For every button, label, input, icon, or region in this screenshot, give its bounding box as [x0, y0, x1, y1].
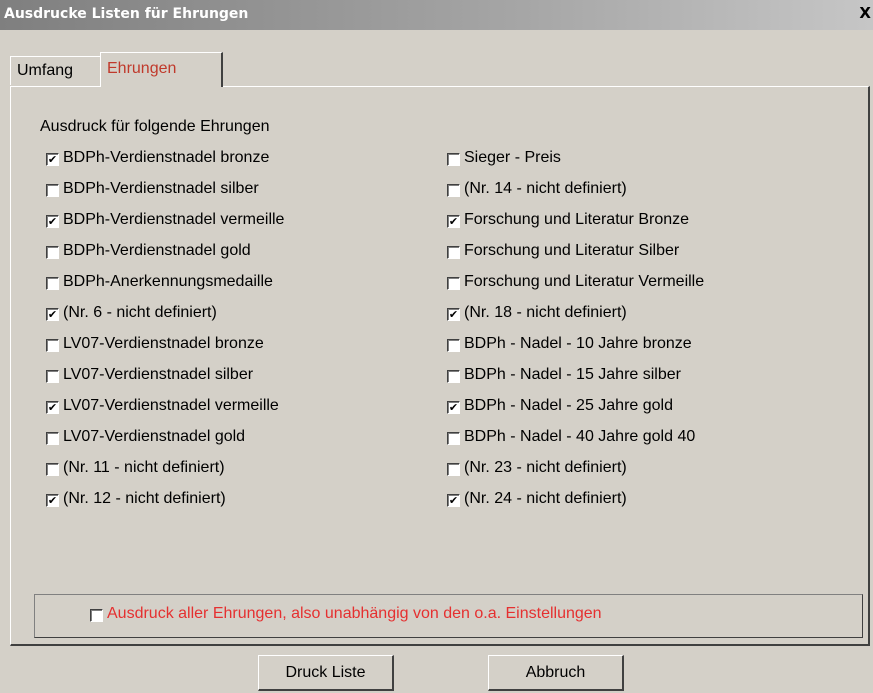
- window-title: Ausdrucke Listen für Ehrungen: [4, 6, 249, 22]
- honor-checkbox-row[interactable]: (Nr. 23 - nicht definiert): [447, 459, 627, 477]
- honor-checkbox[interactable]: [46, 338, 59, 352]
- honor-checkbox[interactable]: [447, 183, 460, 197]
- checkmark-icon: ✔: [448, 400, 459, 414]
- honor-checkbox[interactable]: ✔: [447, 400, 460, 414]
- honor-checkbox[interactable]: [447, 431, 460, 445]
- checkmark-icon: ✔: [448, 493, 459, 507]
- tab-umfang[interactable]: Umfang: [10, 56, 105, 85]
- honor-label: (Nr. 23 - nicht definiert): [464, 459, 627, 476]
- honor-checkbox[interactable]: ✔: [46, 214, 59, 228]
- print-list-button[interactable]: Druck Liste: [258, 655, 394, 691]
- honor-checkbox[interactable]: [46, 369, 59, 383]
- honor-label: (Nr. 14 - nicht definiert): [464, 180, 627, 197]
- honor-checkbox[interactable]: [447, 152, 460, 166]
- honor-checkbox[interactable]: [46, 183, 59, 197]
- honor-label: BDPh-Verdienstnadel gold: [63, 242, 251, 259]
- honor-checkbox-row[interactable]: ✔ Forschung und Literatur Bronze: [447, 211, 689, 229]
- checkmark-icon: ✔: [47, 152, 58, 166]
- honor-checkbox-row[interactable]: LV07-Verdienstnadel gold: [46, 428, 245, 446]
- cancel-button[interactable]: Abbruch: [488, 655, 624, 691]
- section-heading: Ausdruck für folgende Ehrungen: [40, 118, 270, 135]
- honor-checkbox-row[interactable]: ✔ (Nr. 12 - nicht definiert): [46, 490, 226, 508]
- honor-checkbox-row[interactable]: ✔ BDPh-Verdienstnadel vermeille: [46, 211, 284, 229]
- honor-label: LV07-Verdienstnadel vermeille: [63, 397, 279, 414]
- honor-checkbox[interactable]: ✔: [46, 152, 59, 166]
- honor-checkbox-row[interactable]: ✔ (Nr. 24 - nicht definiert): [447, 490, 627, 508]
- honor-checkbox-row[interactable]: (Nr. 14 - nicht definiert): [447, 180, 627, 198]
- all-honors-checkbox[interactable]: [90, 608, 103, 622]
- honor-checkbox[interactable]: ✔: [46, 493, 59, 507]
- honor-checkbox-row[interactable]: BDPh - Nadel - 10 Jahre bronze: [447, 335, 692, 353]
- honor-checkbox-row[interactable]: (Nr. 11 - nicht definiert): [46, 459, 225, 477]
- checkmark-icon: ✔: [47, 307, 58, 321]
- honor-label: Forschung und Literatur Vermeille: [464, 273, 705, 290]
- close-icon[interactable]: X: [859, 4, 871, 22]
- honor-checkbox[interactable]: ✔: [46, 307, 59, 321]
- honor-checkbox-row[interactable]: ✔ (Nr. 6 - nicht definiert): [46, 304, 217, 322]
- honor-checkbox[interactable]: [46, 245, 59, 259]
- honor-label: BDPh-Verdienstnadel silber: [63, 180, 259, 197]
- honor-checkbox[interactable]: ✔: [46, 400, 59, 414]
- title-bar: Ausdrucke Listen für Ehrungen X: [0, 0, 873, 30]
- checkmark-icon: ✔: [448, 214, 459, 228]
- honor-label: (Nr. 24 - nicht definiert): [464, 490, 627, 507]
- honor-checkbox-row[interactable]: LV07-Verdienstnadel bronze: [46, 335, 264, 353]
- honor-label: (Nr. 6 - nicht definiert): [63, 304, 217, 321]
- honor-label: BDPh - Nadel - 10 Jahre bronze: [464, 335, 692, 352]
- honor-label: BDPh-Anerkennungsmedaille: [63, 273, 273, 290]
- honor-checkbox-row[interactable]: Forschung und Literatur Silber: [447, 242, 679, 260]
- honor-checkbox[interactable]: [447, 276, 460, 290]
- honor-checkbox[interactable]: [46, 431, 59, 445]
- checkmark-icon: ✔: [47, 493, 58, 507]
- honor-label: LV07-Verdienstnadel silber: [63, 366, 254, 383]
- honor-label: LV07-Verdienstnadel bronze: [63, 335, 264, 352]
- honor-checkbox[interactable]: [447, 369, 460, 383]
- checkmark-icon: ✔: [47, 400, 58, 414]
- honor-checkbox-row[interactable]: BDPh-Verdienstnadel gold: [46, 242, 251, 260]
- checkmark-icon: ✔: [448, 307, 459, 321]
- honor-checkbox[interactable]: ✔: [447, 493, 460, 507]
- honor-checkbox[interactable]: [447, 245, 460, 259]
- honor-checkbox-row[interactable]: Forschung und Literatur Vermeille: [447, 273, 704, 291]
- honor-checkbox-row[interactable]: BDPh-Anerkennungsmedaille: [46, 273, 273, 291]
- honor-label: Sieger - Preis: [464, 149, 561, 166]
- honor-label: LV07-Verdienstnadel gold: [63, 428, 246, 445]
- honor-checkbox[interactable]: ✔: [447, 307, 460, 321]
- checkmark-icon: ✔: [47, 214, 58, 228]
- honor-checkbox[interactable]: [447, 462, 460, 476]
- honor-checkbox-row[interactable]: ✔ LV07-Verdienstnadel vermeille: [46, 397, 279, 415]
- honor-checkbox-row[interactable]: BDPh - Nadel - 15 Jahre silber: [447, 366, 681, 384]
- honor-checkbox[interactable]: [46, 276, 59, 290]
- honor-label: (Nr. 11 - nicht definiert): [63, 459, 225, 476]
- honor-checkbox[interactable]: ✔: [447, 214, 460, 228]
- all-honors-checkbox-row[interactable]: Ausdruck aller Ehrungen, also unabhängig…: [90, 605, 602, 623]
- honor-label: BDPh - Nadel - 15 Jahre silber: [464, 366, 681, 383]
- honor-label: Forschung und Literatur Bronze: [464, 211, 690, 228]
- all-honors-label: Ausdruck aller Ehrungen, also unabhängig…: [107, 605, 602, 622]
- tab-ehrungen[interactable]: Ehrungen: [100, 52, 223, 87]
- honor-checkbox-row[interactable]: BDPh-Verdienstnadel silber: [46, 180, 259, 198]
- honor-checkbox-row[interactable]: ✔ BDPh - Nadel - 25 Jahre gold: [447, 397, 673, 415]
- honor-label: BDPh - Nadel - 40 Jahre gold 40: [464, 428, 696, 445]
- honor-label: BDPh-Verdienstnadel bronze: [63, 149, 270, 166]
- honor-checkbox-row[interactable]: LV07-Verdienstnadel silber: [46, 366, 253, 384]
- honor-checkbox-row[interactable]: ✔ BDPh-Verdienstnadel bronze: [46, 149, 269, 167]
- honor-label: BDPh-Verdienstnadel vermeille: [63, 211, 285, 228]
- honor-label: (Nr. 12 - nicht definiert): [63, 490, 226, 507]
- honor-label: BDPh - Nadel - 25 Jahre gold: [464, 397, 673, 414]
- honor-label: Forschung und Literatur Silber: [464, 242, 680, 259]
- honor-checkbox[interactable]: [46, 462, 59, 476]
- honor-checkbox-row[interactable]: Sieger - Preis: [447, 149, 561, 167]
- honor-checkbox-row[interactable]: BDPh - Nadel - 40 Jahre gold 40: [447, 428, 695, 446]
- honor-checkbox[interactable]: [447, 338, 460, 352]
- honor-checkbox-row[interactable]: ✔ (Nr. 18 - nicht definiert): [447, 304, 627, 322]
- honor-label: (Nr. 18 - nicht definiert): [464, 304, 627, 321]
